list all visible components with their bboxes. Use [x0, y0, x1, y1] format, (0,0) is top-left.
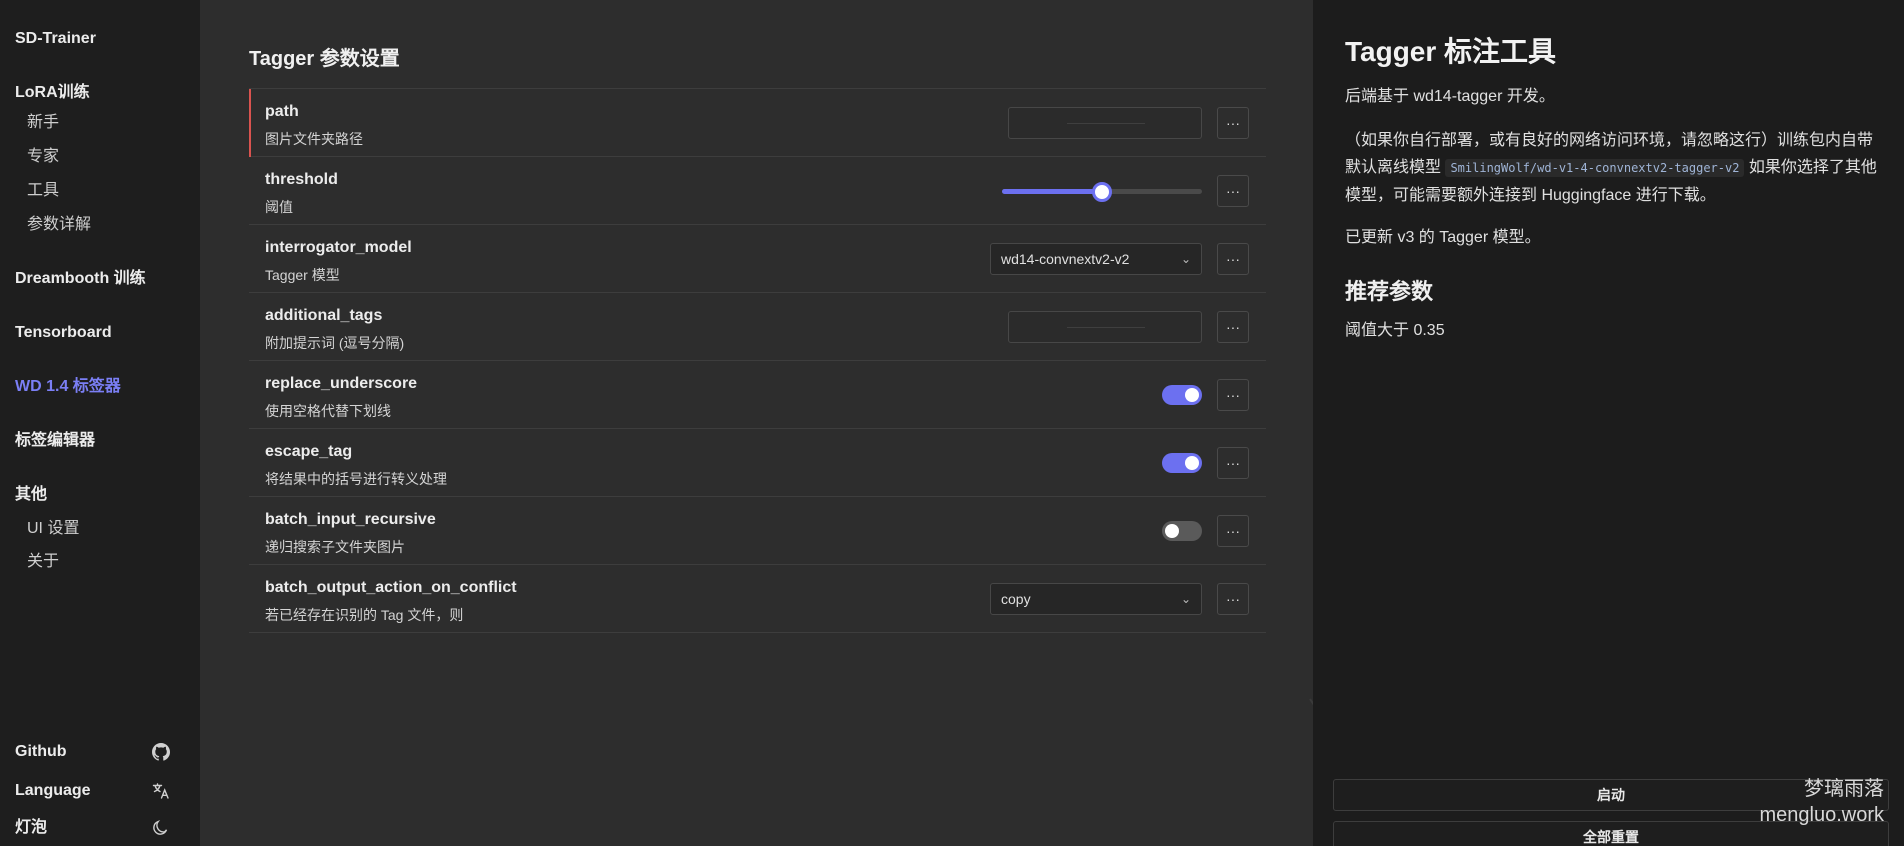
nav-item-expert[interactable]: 专家 — [0, 146, 200, 168]
param-row-escape-tag: escape_tag 将结果中的括号进行转义处理 ··· — [249, 429, 1266, 497]
help-paragraph-update: 已更新 v3 的 Tagger 模型。 — [1345, 229, 1541, 246]
nav-group-lora[interactable]: LoRA训练 — [0, 82, 200, 104]
param-desc: 递归搜索子文件夹图片 — [265, 539, 405, 555]
more-options-button[interactable]: ··· — [1217, 243, 1249, 275]
slider-thumb[interactable] — [1092, 182, 1112, 202]
more-options-button[interactable]: ··· — [1217, 379, 1249, 411]
param-row-replace-underscore: replace_underscore 使用空格代替下划线 ··· — [249, 361, 1266, 429]
sidebar: SD-Trainer LoRA训练 新手 专家 工具 参数详解 Dreamboo… — [0, 0, 200, 846]
param-name: replace_underscore — [265, 375, 418, 392]
app-title[interactable]: SD-Trainer — [0, 28, 200, 50]
nav-item-dreambooth[interactable]: Dreambooth 训练 — [0, 268, 200, 290]
param-row-path: path 图片文件夹路径 ··· — [249, 89, 1266, 157]
more-options-button[interactable]: ··· — [1217, 311, 1249, 343]
github-icon — [152, 743, 170, 761]
chevron-down-icon: ⌄ — [1180, 592, 1191, 606]
param-desc: 附加提示词 (逗号分隔) — [265, 335, 405, 351]
param-desc: 阈值 — [265, 199, 293, 215]
select-value: copy — [1001, 591, 1031, 607]
more-options-button[interactable]: ··· — [1217, 447, 1249, 479]
more-options-button[interactable]: ··· — [1217, 175, 1249, 207]
model-select[interactable]: wd14-convnextv2-v2 ⌄ — [990, 243, 1202, 275]
recommended-threshold: 阈值大于 0.35 — [1345, 322, 1445, 339]
replace-underscore-toggle[interactable] — [1162, 385, 1202, 405]
nav-item-wd-tagger[interactable]: WD 1.4 标签器 — [0, 376, 200, 398]
nav-item-params-detail[interactable]: 参数详解 — [0, 214, 200, 236]
toggle-knob — [1185, 388, 1199, 402]
param-name: path — [265, 103, 299, 120]
theme-toggle[interactable]: 灯泡 — [0, 817, 200, 839]
more-options-button[interactable]: ··· — [1217, 107, 1249, 139]
param-desc: 将结果中的括号进行转义处理 — [265, 471, 447, 487]
nav-group-other[interactable]: 其他 — [0, 484, 200, 506]
github-label: Github — [15, 743, 67, 760]
nav-item-about[interactable]: 关于 — [0, 551, 200, 573]
watermark-line: 梦璃雨落 — [1804, 778, 1884, 800]
additional-tags-input[interactable] — [1008, 311, 1202, 343]
param-name: batch_input_recursive — [265, 511, 436, 528]
watermark-line: mengluo.work — [1759, 804, 1884, 826]
page-title: Tagger 参数设置 — [249, 48, 400, 70]
help-title: Tagger 标注工具 — [1345, 36, 1557, 67]
param-desc: 图片文件夹路径 — [265, 131, 363, 147]
help-panel: Tagger 标注工具 后端基于 wd14-tagger 开发。 （如果你自行部… — [1313, 0, 1904, 846]
help-paragraph-model: （如果你自行部署，或有良好的网络访问环境，请忽略这行）训练包内自带默认离线模型 … — [1345, 127, 1885, 209]
theme-label: 灯泡 — [15, 819, 48, 836]
param-row-batch-output-action: batch_output_action_on_conflict 若已经存在识别的… — [249, 565, 1266, 633]
conflict-action-select[interactable]: copy ⌄ — [990, 583, 1202, 615]
param-name: interrogator_model — [265, 239, 412, 256]
nav-item-tensorboard[interactable]: Tensorboard — [0, 322, 200, 344]
batch-input-recursive-toggle[interactable] — [1162, 521, 1202, 541]
watermark: 梦璃雨落 mengluo.work — [1759, 776, 1884, 828]
param-row-batch-input-recursive: batch_input_recursive 递归搜索子文件夹图片 ··· — [249, 497, 1266, 565]
param-desc: 使用空格代替下划线 — [265, 403, 391, 419]
params-list: path 图片文件夹路径 ··· threshold 阈值 ··· interr… — [249, 88, 1266, 633]
nav-item-tag-editor[interactable]: 标签编辑器 — [0, 430, 200, 452]
github-link[interactable]: Github — [0, 741, 200, 763]
main-panel: Tagger 参数设置 path 图片文件夹路径 ··· threshold 阈… — [200, 0, 1337, 846]
nav-item-ui-settings[interactable]: UI 设置 — [0, 518, 200, 540]
param-row-threshold: threshold 阈值 ··· — [249, 157, 1266, 225]
translate-icon — [152, 782, 170, 800]
param-row-additional-tags: additional_tags 附加提示词 (逗号分隔) ··· — [249, 293, 1266, 361]
toggle-knob — [1165, 524, 1179, 538]
model-code: SmilingWolf/wd-v1-4-convnextv2-tagger-v2 — [1445, 159, 1745, 177]
language-switch[interactable]: Language — [0, 780, 200, 802]
param-desc: 若已经存在识别的 Tag 文件，则 — [265, 607, 464, 623]
escape-tag-toggle[interactable] — [1162, 453, 1202, 473]
param-name: additional_tags — [265, 307, 383, 324]
param-name: threshold — [265, 171, 338, 188]
moon-icon — [152, 819, 170, 837]
path-input[interactable] — [1008, 107, 1202, 139]
param-desc: Tagger 模型 — [265, 267, 340, 283]
param-name: escape_tag — [265, 443, 353, 460]
more-options-button[interactable]: ··· — [1217, 583, 1249, 615]
threshold-slider[interactable] — [1002, 182, 1202, 202]
recommended-params-heading: 推荐参数 — [1345, 279, 1434, 304]
select-value: wd14-convnextv2-v2 — [1001, 251, 1130, 267]
language-label: Language — [15, 782, 91, 799]
chevron-down-icon: ⌄ — [1180, 252, 1191, 266]
param-row-interrogator-model: interrogator_model Tagger 模型 wd14-convne… — [249, 225, 1266, 293]
help-paragraph: 后端基于 wd14-tagger 开发。 — [1345, 88, 1555, 105]
toggle-knob — [1185, 456, 1199, 470]
slider-fill — [1002, 189, 1102, 194]
nav-item-beginner[interactable]: 新手 — [0, 112, 200, 134]
param-name: batch_output_action_on_conflict — [265, 579, 517, 596]
more-options-button[interactable]: ··· — [1217, 515, 1249, 547]
nav-item-tools[interactable]: 工具 — [0, 180, 200, 202]
